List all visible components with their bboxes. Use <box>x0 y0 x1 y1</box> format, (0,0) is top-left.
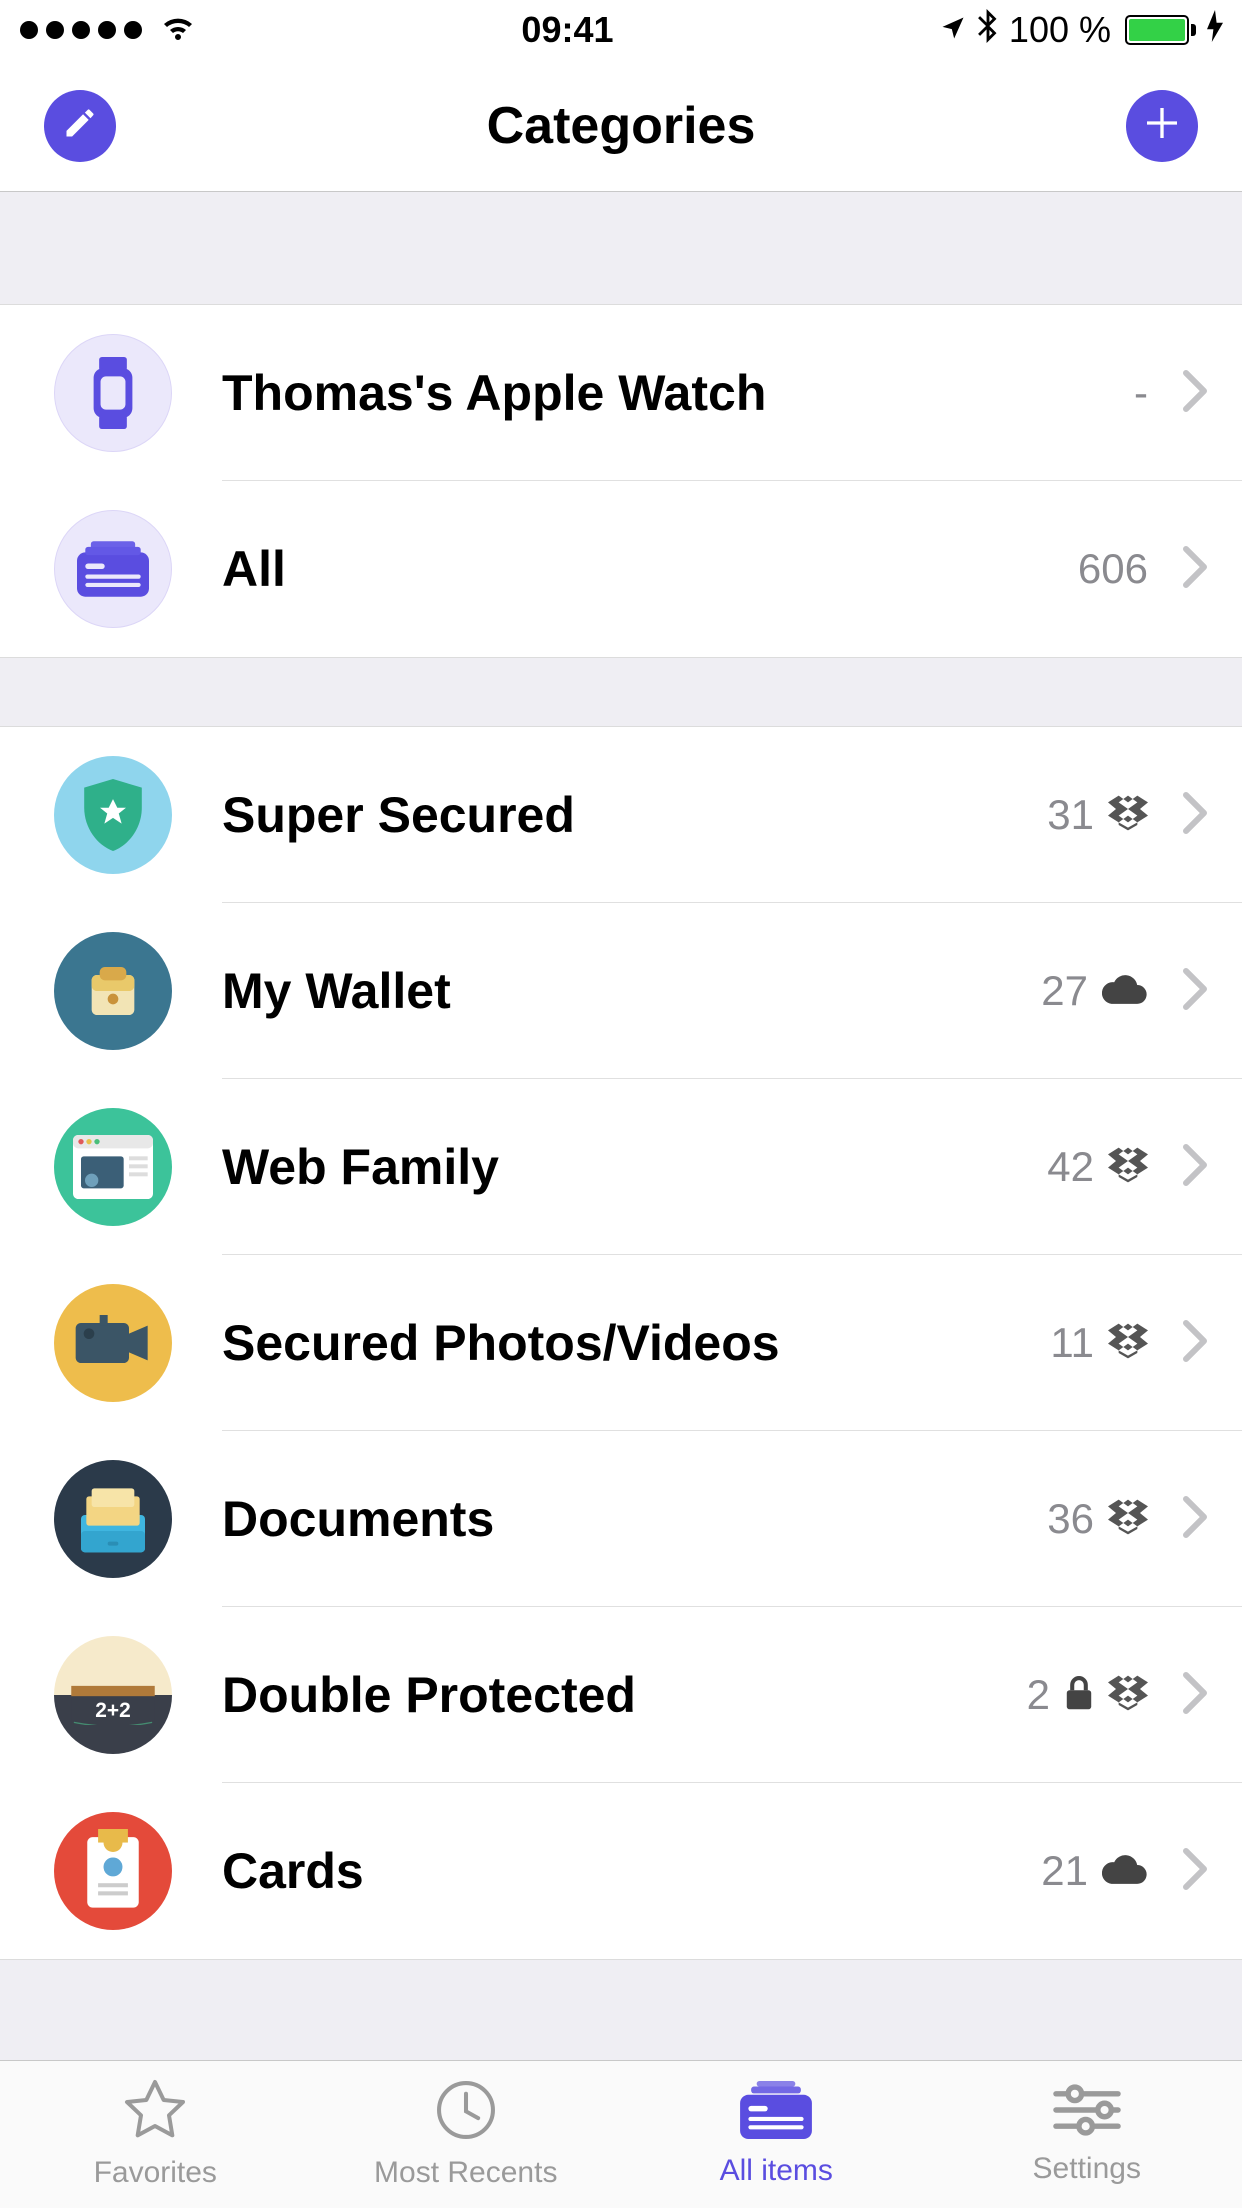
status-left <box>20 9 196 51</box>
category-row[interactable]: All606 <box>0 481 1242 657</box>
category-label: My Wallet <box>222 962 1041 1020</box>
tab-label: All items <box>720 2154 833 2188</box>
category-count: 31 <box>1047 791 1094 839</box>
category-meta: 21 <box>1041 1847 1148 1895</box>
nav-bar: Categories <box>0 60 1242 192</box>
tab-label: Settings <box>1033 2152 1141 2186</box>
chevron-right-icon <box>1182 1848 1208 1895</box>
tab-star[interactable]: Favorites <box>0 2061 311 2208</box>
section-spacer <box>0 192 1242 304</box>
chevron-right-icon <box>1182 792 1208 839</box>
chevron-right-icon <box>1182 370 1208 417</box>
category-row[interactable]: Documents36 <box>0 1431 1242 1607</box>
status-right: 100 % <box>939 9 1224 52</box>
category-count: 21 <box>1041 1847 1088 1895</box>
category-label: Cards <box>222 1842 1041 1900</box>
tab-clock[interactable]: Most Recents <box>311 2061 622 2208</box>
bluetooth-icon <box>977 9 999 52</box>
category-label: Super Secured <box>222 786 1047 844</box>
category-meta: 606 <box>1078 545 1148 593</box>
section-top: Thomas's Apple Watch-All606 <box>0 304 1242 658</box>
category-meta: 11 <box>1050 1319 1148 1367</box>
add-button[interactable] <box>1126 90 1198 162</box>
tab-label: Most Recents <box>374 2156 557 2190</box>
cloud-icon <box>1102 973 1148 1010</box>
battery-percent: 100 % <box>1009 9 1111 51</box>
category-meta: - <box>1134 369 1148 417</box>
dropbox-icon <box>1108 1323 1148 1364</box>
category-label: All <box>222 540 1078 598</box>
page-title: Categories <box>487 96 756 156</box>
star-icon <box>123 2079 187 2146</box>
category-count: 11 <box>1050 1319 1094 1367</box>
pencil-icon <box>62 105 98 146</box>
cloud-icon <box>1102 1853 1148 1890</box>
category-count: 42 <box>1047 1143 1094 1191</box>
wifi-icon <box>160 9 196 51</box>
watch-icon <box>54 334 172 452</box>
sliders-icon <box>1053 2083 1121 2142</box>
shield-icon <box>54 756 172 874</box>
chevron-right-icon <box>1182 1496 1208 1543</box>
documents-icon <box>54 1460 172 1578</box>
cards-icon <box>54 1812 172 1930</box>
dropbox-icon <box>1108 1147 1148 1188</box>
plus-icon <box>1142 103 1182 148</box>
category-meta: 31 <box>1047 791 1148 839</box>
section-spacer <box>0 658 1242 726</box>
category-count: - <box>1134 369 1148 417</box>
clock-icon <box>435 2079 497 2146</box>
dropbox-icon <box>1108 1675 1148 1716</box>
signal-strength-icon <box>20 21 142 39</box>
battery-icon <box>1121 15 1196 45</box>
category-row[interactable]: 2+2 Double Protected2 <box>0 1607 1242 1783</box>
allitems-icon <box>740 2081 812 2144</box>
category-label: Thomas's Apple Watch <box>222 364 1134 422</box>
category-count: 27 <box>1041 967 1088 1015</box>
location-icon <box>939 9 967 51</box>
category-label: Documents <box>222 1490 1047 1548</box>
all-icon <box>54 510 172 628</box>
svg-text:2+2: 2+2 <box>95 1699 130 1722</box>
status-bar: 09:41 100 % <box>0 0 1242 60</box>
category-row[interactable]: Web Family42 <box>0 1079 1242 1255</box>
chevron-right-icon <box>1182 546 1208 593</box>
category-meta: 36 <box>1047 1495 1148 1543</box>
content-scroll[interactable]: Thomas's Apple Watch-All606 Super Secure… <box>0 192 1242 2060</box>
chevron-right-icon <box>1182 1320 1208 1367</box>
web-icon <box>54 1108 172 1226</box>
board-icon: 2+2 <box>54 1636 172 1754</box>
dropbox-icon <box>1108 1499 1148 1540</box>
category-meta: 42 <box>1047 1143 1148 1191</box>
tab-label: Favorites <box>94 2156 217 2190</box>
category-label: Secured Photos/Videos <box>222 1314 1050 1372</box>
category-label: Web Family <box>222 1138 1047 1196</box>
category-row[interactable]: Cards21 <box>0 1783 1242 1959</box>
section-main: Super Secured31My Wallet27Web Family42Se… <box>0 726 1242 1960</box>
edit-button[interactable] <box>44 90 116 162</box>
lock-icon <box>1064 1674 1094 1717</box>
wallet-icon <box>54 932 172 1050</box>
tab-sliders[interactable]: Settings <box>932 2061 1242 2208</box>
category-row[interactable]: Secured Photos/Videos11 <box>0 1255 1242 1431</box>
chevron-right-icon <box>1182 968 1208 1015</box>
category-row[interactable]: Super Secured31 <box>0 727 1242 903</box>
category-row[interactable]: Thomas's Apple Watch- <box>0 305 1242 481</box>
status-time: 09:41 <box>521 9 613 51</box>
camera-icon <box>54 1284 172 1402</box>
category-meta: 27 <box>1041 967 1148 1015</box>
category-row[interactable]: My Wallet27 <box>0 903 1242 1079</box>
chevron-right-icon <box>1182 1144 1208 1191</box>
charging-icon <box>1206 9 1224 51</box>
category-count: 2 <box>1027 1671 1050 1719</box>
tab-allitems[interactable]: All items <box>621 2061 932 2208</box>
chevron-right-icon <box>1182 1672 1208 1719</box>
tab-bar: Favorites Most Recents All items Settings <box>0 2060 1242 2208</box>
category-count: 606 <box>1078 545 1148 593</box>
category-label: Double Protected <box>222 1666 1027 1724</box>
category-count: 36 <box>1047 1495 1094 1543</box>
category-meta: 2 <box>1027 1671 1148 1719</box>
dropbox-icon <box>1108 795 1148 836</box>
